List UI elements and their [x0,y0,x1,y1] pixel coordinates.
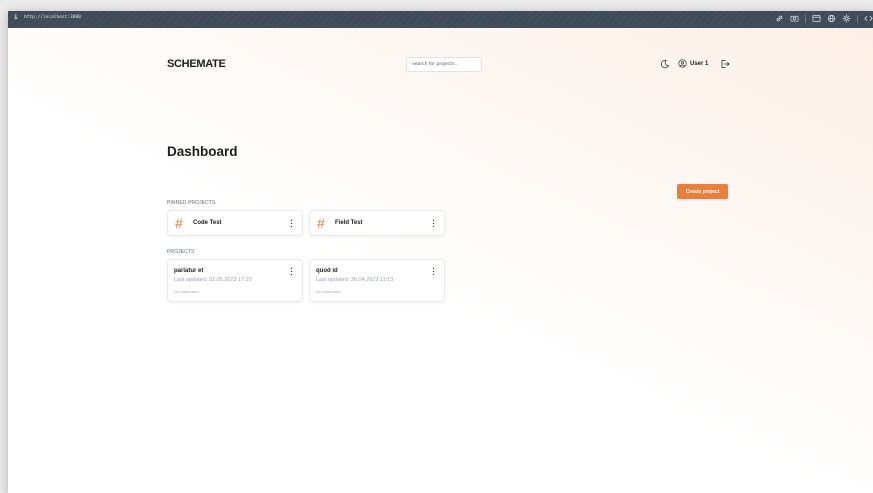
window-icon[interactable] [812,14,821,23]
gear-icon[interactable] [842,14,851,23]
globe-icon[interactable] [827,14,836,23]
titlebar-actions [775,14,873,23]
app-logo[interactable]: SCHEMATE [167,58,226,70]
kebab-menu-icon[interactable] [289,267,294,276]
project-last-updated: Last updated: 30.04.2023 11:13 [316,277,394,283]
browser-titlebar: i http://localhost:3000 [8,11,873,28]
dashboard-page: SCHEMATE User 1 Dashboard Create project… [8,28,873,493]
url-text[interactable]: http://localhost:3000 [24,15,81,20]
projects-label: PROJECTS [167,249,195,255]
project-last-updated: Last updated: 02.05.2023 17:10 [174,277,252,283]
kebab-menu-icon[interactable] [289,219,294,228]
titlebar-separator [857,14,858,23]
hash-icon: # [175,215,183,231]
project-name: Field Test [335,220,363,226]
project-name: Code Test [193,220,222,226]
user-circle-icon [678,59,687,68]
pinned-projects-label: PINNED PROJECTS [167,200,216,206]
create-project-button[interactable]: Create project [677,184,728,199]
pinned-project-card[interactable]: # Code Test [167,210,303,236]
project-card[interactable]: quod id Last updated: 30.04.2023 11:13 N… [309,259,445,302]
project-collaboration: No collaboration [174,290,200,294]
code-icon[interactable] [864,14,873,23]
project-name: pariatur et [174,268,204,274]
project-collaboration: No collaboration [316,290,342,294]
logout-icon[interactable] [720,59,730,69]
browser-window: i http://localhost:3000 SCHEMATE Search … [8,11,873,493]
page-title: Dashboard [167,144,238,159]
pinned-project-card[interactable]: # Field Test [309,210,445,236]
project-name: quod id [316,268,338,274]
project-card[interactable]: pariatur et Last updated: 02.05.2023 17:… [167,259,303,302]
link-icon[interactable] [775,14,784,23]
camera-icon[interactable] [790,14,799,23]
search-input[interactable] [406,57,482,72]
hash-icon: # [317,215,325,231]
kebab-menu-icon[interactable] [431,219,436,228]
moon-icon[interactable] [660,59,670,69]
titlebar-separator [805,14,806,23]
user-menu[interactable]: User 1 [678,59,708,68]
user-name: User 1 [690,60,709,67]
kebab-menu-icon[interactable] [431,267,436,276]
info-icon[interactable]: i [14,14,18,21]
